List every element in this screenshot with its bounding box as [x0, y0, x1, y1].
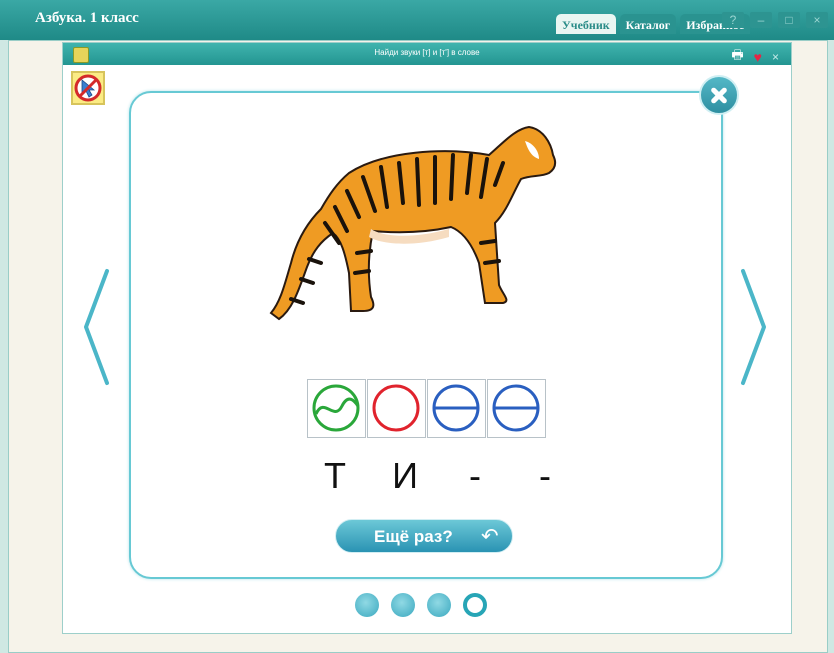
favorite-heart-icon[interactable]: ♥: [754, 49, 762, 65]
close-app-button[interactable]: ×: [806, 12, 828, 28]
progress-dots: [355, 593, 487, 617]
hard-consonant-box[interactable]: [487, 379, 546, 438]
exercise-window: Найди звуки [т] и [т'] в слове 🖶 ♥ × Т И…: [62, 42, 792, 634]
progress-dot[interactable]: [391, 593, 415, 617]
progress-dot[interactable]: [355, 593, 379, 617]
letter: -: [469, 455, 481, 496]
vowel-box[interactable]: [367, 379, 426, 438]
maximize-button[interactable]: □: [778, 12, 800, 28]
sound-scheme: [307, 379, 547, 438]
letter: -: [539, 455, 551, 496]
tiger-image: [269, 125, 557, 321]
window-controls: ? – □ ×: [722, 12, 828, 28]
tab-textbook[interactable]: Учебник: [556, 14, 616, 34]
chevron-left-icon[interactable]: [81, 267, 111, 387]
exercise-title: Найди звуки [т] и [т'] в слове: [374, 48, 480, 57]
letter: Т: [324, 455, 346, 496]
no-cursor-icon[interactable]: [71, 71, 105, 105]
close-exercise-icon[interactable]: ×: [772, 50, 779, 64]
chevron-right-icon[interactable]: [739, 267, 769, 387]
tab-catalog[interactable]: Каталог: [619, 14, 677, 34]
help-button[interactable]: ?: [722, 12, 744, 28]
progress-dot[interactable]: [427, 593, 451, 617]
exercise-actions: 🖶 ♥ ×: [731, 46, 779, 68]
close-icon[interactable]: [699, 75, 739, 115]
soft-consonant-box[interactable]: [307, 379, 366, 438]
exercise-titlebar: Найди звуки [т] и [т'] в слове 🖶 ♥ ×: [63, 43, 791, 65]
retry-button[interactable]: Ещё раз? ↶: [335, 519, 513, 553]
retry-label: Ещё раз?: [374, 527, 453, 546]
print-icon[interactable]: 🖶: [731, 46, 743, 68]
app-title: Азбука. 1 класс: [35, 10, 139, 26]
undo-icon: ↶: [481, 525, 499, 548]
app-titlebar: Азбука. 1 класс Учебник Каталог Избранно…: [0, 0, 834, 40]
progress-dot-current[interactable]: [463, 593, 487, 617]
word-letters: Т И - -: [319, 455, 561, 497]
hard-consonant-box[interactable]: [427, 379, 486, 438]
minimize-button[interactable]: –: [750, 12, 772, 28]
letter: И: [392, 455, 418, 496]
